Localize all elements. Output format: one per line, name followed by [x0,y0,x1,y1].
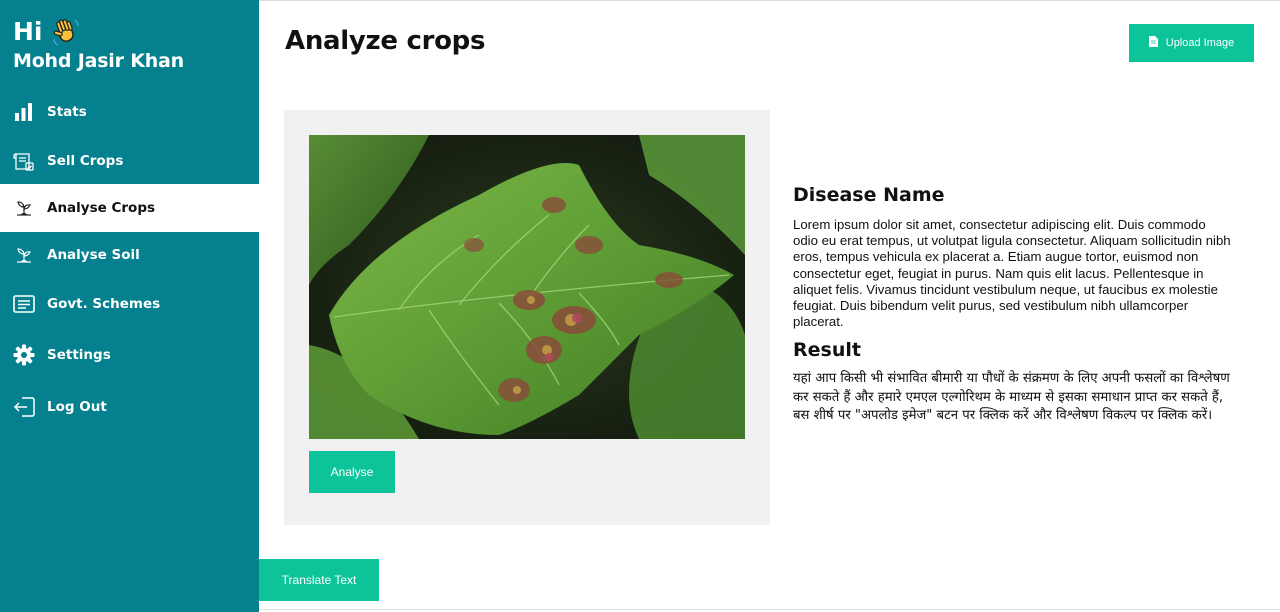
page-title: Analyze crops [285,26,486,56]
greeting: Hi [13,16,184,48]
sidebar-item-settings[interactable]: Settings [0,331,259,379]
sidebar-item-label: Log Out [47,399,107,415]
divider [259,609,1280,610]
sprout-icon [13,197,35,219]
sidebar-item-label: Sell Crops [47,153,124,169]
sidebar: Hi Mohd Jasir Khan Stats Sell Crops Anal… [0,0,259,612]
upload-image-button[interactable]: Upload Image [1129,24,1254,62]
disease-description: Lorem ipsum dolor sit amet, consectetur … [793,217,1231,330]
sidebar-item-stats[interactable]: Stats [0,88,259,136]
greeting-text: Hi [13,17,43,46]
disease-name-heading: Disease Name [793,184,945,206]
analyse-button[interactable]: Analyse [309,451,395,493]
crop-image [309,135,745,439]
bar-chart-icon [13,101,35,123]
greeting-block: Hi Mohd Jasir Khan [13,16,184,72]
sidebar-item-log-out[interactable]: Log Out [0,383,259,431]
result-heading: Result [793,339,861,361]
upload-image-label: Upload Image [1165,37,1235,49]
document-list-icon [13,293,35,315]
sidebar-item-analyse-crops[interactable]: Analyse Crops [0,184,259,232]
sidebar-item-label: Analyse Crops [47,200,156,216]
sidebar-item-label: Analyse Soil [47,247,140,263]
sidebar-item-sell-crops[interactable]: Sell Crops [0,137,259,185]
sidebar-item-label: Govt. Schemes [47,296,161,312]
gear-icon [13,344,35,366]
user-name: Mohd Jasir Khan [13,50,184,72]
result-description: यहां आप किसी भी संभावित बीमारी या पौधों … [793,371,1230,423]
waving-hand-icon [51,17,81,47]
sidebar-item-analyse-soil[interactable]: Analyse Soil [0,231,259,279]
sidebar-item-govt-schemes[interactable]: Govt. Schemes [0,280,259,328]
translate-text-button[interactable]: Translate Text [259,559,379,601]
file-icon [1148,36,1158,50]
logout-icon [13,396,35,418]
sidebar-item-label: Stats [47,104,87,120]
sprout-icon [13,244,35,266]
receipt-icon [13,150,35,172]
sidebar-item-label: Settings [47,347,111,363]
